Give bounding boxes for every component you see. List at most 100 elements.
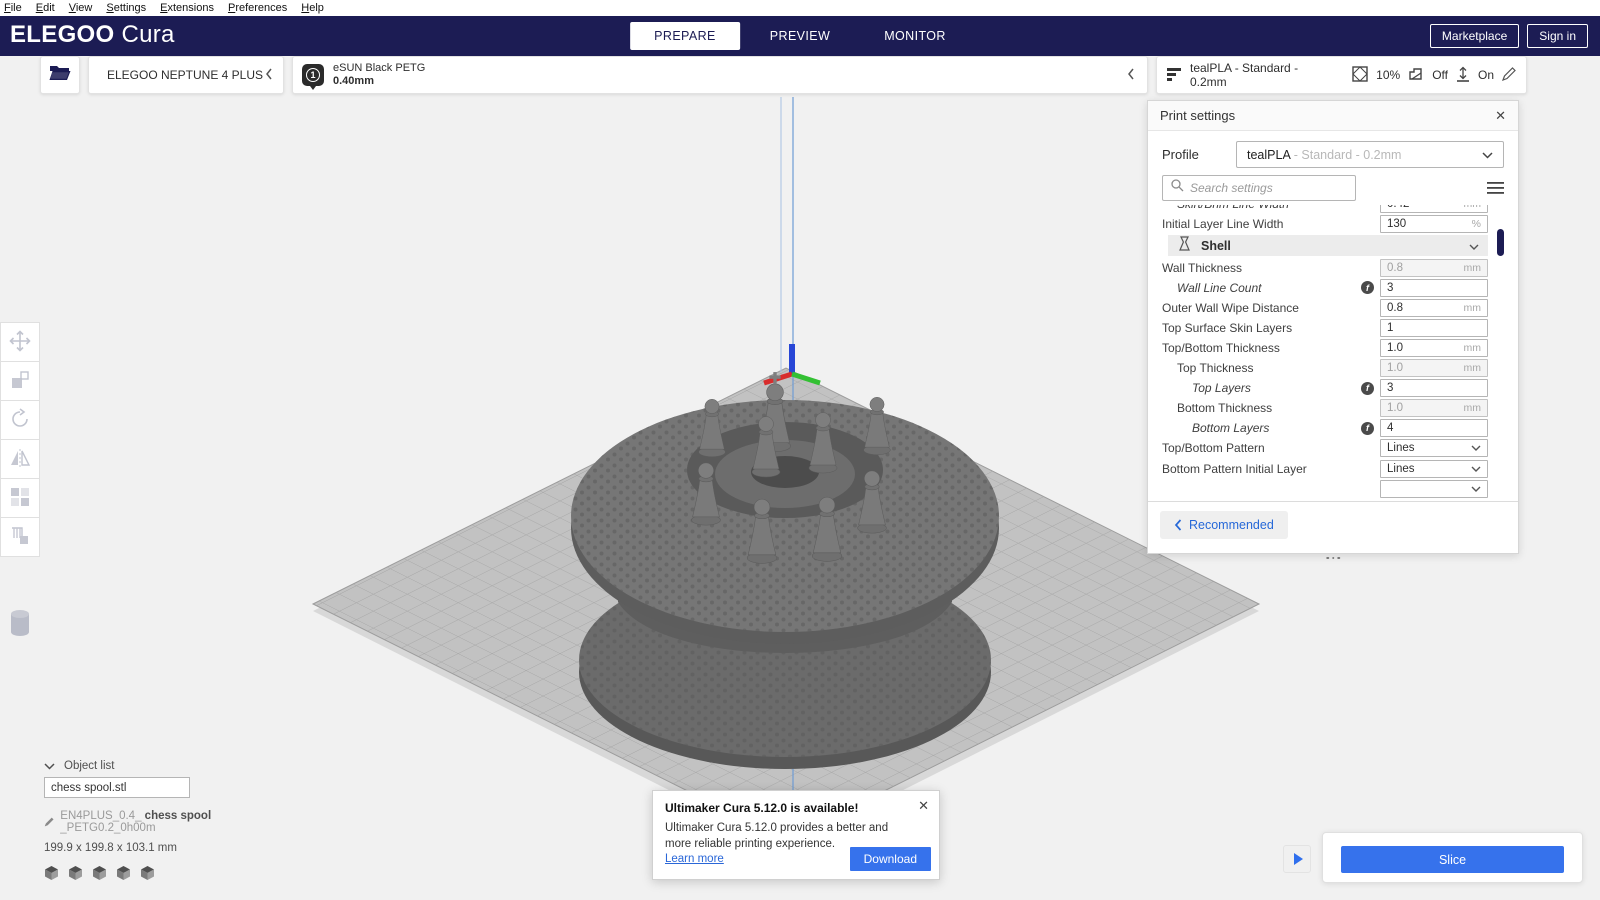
setting-label: Wall Thickness bbox=[1162, 261, 1380, 275]
view-right-icon[interactable] bbox=[140, 865, 155, 881]
setting-input-outer-wall-wipe-distance[interactable]: 0.8mm bbox=[1380, 299, 1488, 317]
setting-unit: % bbox=[1472, 218, 1481, 230]
printer-selector[interactable]: ELEGOO NEPTUNE 4 PLUS bbox=[88, 56, 284, 94]
close-icon[interactable]: ✕ bbox=[918, 798, 929, 814]
tab-prepare[interactable]: PREPARE bbox=[630, 22, 740, 50]
tool-solid-cylinder[interactable] bbox=[2, 604, 38, 642]
shell-category-icon bbox=[1177, 236, 1192, 256]
setting-select-bottom-pattern-initial-layer[interactable]: Lines bbox=[1380, 460, 1488, 478]
tool-move[interactable] bbox=[0, 322, 40, 362]
per-model-settings-icon bbox=[9, 486, 31, 511]
settings-menu-icon[interactable] bbox=[1487, 182, 1504, 194]
infill-icon bbox=[1352, 66, 1368, 85]
setting-row-wall-thickness: Wall Thickness0.8mm bbox=[1148, 258, 1518, 277]
tool-scale[interactable] bbox=[0, 361, 40, 401]
setting-input-top-layers[interactable]: 3 bbox=[1380, 379, 1488, 397]
menu-item-file[interactable]: File bbox=[4, 2, 22, 14]
menu-item-view[interactable]: View bbox=[69, 2, 93, 14]
update-notification-popup: Ultimaker Cura 5.12.0 is available! ✕ Ul… bbox=[652, 790, 940, 880]
menu-item-help[interactable]: Help bbox=[301, 2, 324, 14]
close-icon[interactable]: ✕ bbox=[1495, 108, 1506, 124]
settings-section-shell[interactable]: Shell bbox=[1168, 235, 1488, 256]
tab-preview[interactable]: PREVIEW bbox=[746, 22, 854, 50]
rename-pencil-icon bbox=[44, 816, 54, 828]
profile-layers-icon bbox=[1167, 67, 1182, 84]
setting-input-initial-layer-line-width[interactable]: 130% bbox=[1380, 215, 1488, 233]
camera-view-buttons bbox=[44, 865, 274, 881]
setting-row-top-layers: Top Layersf3 bbox=[1148, 379, 1518, 398]
chevron-down-icon bbox=[44, 763, 55, 770]
slice-button[interactable]: Slice bbox=[1341, 846, 1564, 873]
function-value-icon[interactable]: f bbox=[1361, 422, 1374, 435]
setting-row-initial-layer-line-width: Initial Layer Line Width130% bbox=[1148, 214, 1518, 233]
setting-input-wall-line-count[interactable]: 3 bbox=[1380, 279, 1488, 297]
view-front-icon[interactable] bbox=[92, 865, 107, 881]
search-icon bbox=[1171, 179, 1184, 197]
object-name-input[interactable] bbox=[44, 777, 190, 798]
setting-value: 4 bbox=[1387, 422, 1481, 434]
setting-input-bottom-layers[interactable]: 4 bbox=[1380, 419, 1488, 437]
setting-select-top-bottom-pattern[interactable]: Lines bbox=[1380, 439, 1488, 457]
job-name-row[interactable]: EN4PLUS_0.4_ chess spool _PETG0.2_0h00m bbox=[44, 810, 274, 834]
search-settings-box[interactable] bbox=[1162, 175, 1356, 201]
move-icon bbox=[9, 330, 31, 355]
search-settings-input[interactable] bbox=[1190, 181, 1347, 195]
setting-row-top-thickness: Top Thickness1.0mm bbox=[1148, 359, 1518, 378]
menu-item-settings[interactable]: Settings bbox=[106, 2, 146, 14]
model-dimensions: 199.9 x 199.8 x 103.1 mm bbox=[44, 842, 274, 854]
menu-item-extensions[interactable]: Extensions bbox=[160, 2, 214, 14]
print-settings-panel: Print settings ✕ Profile tealPLA - Stand… bbox=[1147, 100, 1519, 554]
panel-resize-handle[interactable] bbox=[1326, 557, 1340, 560]
settings-scrollbar[interactable] bbox=[1497, 229, 1504, 256]
tool-rotate[interactable] bbox=[0, 400, 40, 440]
chevron-down-icon bbox=[1471, 483, 1481, 495]
function-value-icon[interactable]: f bbox=[1361, 281, 1374, 294]
setting-input-skirt-brim-line-width[interactable]: 0.42mm bbox=[1380, 205, 1488, 213]
auto-slice-button[interactable] bbox=[1283, 845, 1311, 873]
mirror-icon bbox=[9, 447, 31, 472]
tool-mirror[interactable] bbox=[0, 439, 40, 479]
extruder-number: 1 bbox=[306, 68, 320, 82]
setting-value: 3 bbox=[1387, 382, 1481, 394]
view-top-icon[interactable] bbox=[116, 865, 131, 881]
material-name: eSUN Black PETG bbox=[333, 62, 425, 75]
setting-row-top-surface-skin-layers: Top Surface Skin Layers1 bbox=[1148, 318, 1518, 337]
setting-input-wall-thickness: 0.8mm bbox=[1380, 259, 1488, 277]
setting-unit: mm bbox=[1464, 205, 1482, 210]
job-suffix: _PETG0.2_0h00m bbox=[60, 822, 155, 834]
logo-cura: Cura bbox=[121, 21, 174, 48]
setting-input-top-bottom-thickness[interactable]: 1.0mm bbox=[1380, 339, 1488, 357]
profile-suffix: - Standard - 0.2mm bbox=[1294, 148, 1402, 162]
app-header: ELEGOOCura PREPAREPREVIEWMONITOR Marketp… bbox=[0, 16, 1600, 56]
tool-per-model-settings[interactable] bbox=[0, 478, 40, 518]
open-file-button[interactable] bbox=[40, 56, 80, 94]
view-3d-icon[interactable] bbox=[44, 865, 59, 881]
chevron-down-icon bbox=[1469, 237, 1479, 255]
printer-name: ELEGOO NEPTUNE 4 PLUS bbox=[105, 68, 265, 82]
menu-item-preferences[interactable]: Preferences bbox=[228, 2, 287, 14]
learn-more-link[interactable]: Learn more bbox=[665, 853, 724, 865]
profile-label: Profile bbox=[1162, 147, 1236, 162]
edit-pencil-icon[interactable] bbox=[1502, 67, 1516, 84]
setting-row-bottom-thickness: Bottom Thickness1.0mm bbox=[1148, 399, 1518, 418]
tool-support-blocker[interactable] bbox=[0, 517, 40, 557]
setting-select-blank[interactable] bbox=[1380, 480, 1488, 498]
download-button[interactable]: Download bbox=[850, 847, 931, 871]
panel-header[interactable]: Print settings ✕ bbox=[1148, 101, 1518, 131]
sign-in-button[interactable]: Sign in bbox=[1527, 24, 1588, 48]
profile-dropdown[interactable]: tealPLA - Standard - 0.2mm bbox=[1236, 141, 1504, 168]
print-settings-summary[interactable]: tealPLA - Standard - 0.2mm 10% Off On bbox=[1156, 56, 1527, 94]
action-panel: Slice bbox=[1322, 832, 1583, 883]
setting-row-bottom-pattern-initial-layer: Bottom Pattern Initial LayerLines bbox=[1148, 459, 1518, 478]
setting-label: Top/Bottom Pattern bbox=[1162, 441, 1380, 455]
recommended-mode-button[interactable]: Recommended bbox=[1160, 511, 1288, 539]
object-list-toggle[interactable]: Object list bbox=[44, 760, 274, 772]
tab-monitor[interactable]: MONITOR bbox=[860, 22, 970, 50]
function-value-icon[interactable]: f bbox=[1361, 382, 1374, 395]
material-selector[interactable]: 1 eSUN Black PETG 0.40mm bbox=[292, 56, 1148, 94]
chevron-down-icon bbox=[1471, 463, 1481, 475]
marketplace-button[interactable]: Marketplace bbox=[1430, 24, 1519, 48]
menu-item-edit[interactable]: Edit bbox=[36, 2, 55, 14]
setting-input-top-surface-skin-layers[interactable]: 1 bbox=[1380, 319, 1488, 337]
view-left-icon[interactable] bbox=[68, 865, 83, 881]
